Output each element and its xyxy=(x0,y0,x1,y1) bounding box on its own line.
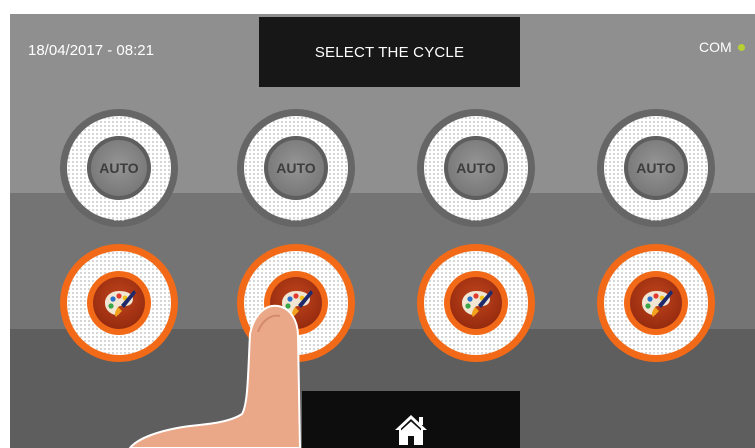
cycle-button-paint-4[interactable] xyxy=(597,244,715,362)
cycle-label: --- xyxy=(113,347,125,359)
page-title: SELECT THE CYCLE xyxy=(314,43,465,61)
cycle-label: --- xyxy=(290,214,302,226)
cycle-label: --- xyxy=(650,347,662,359)
cycle-button-auto-3[interactable]: AUTO xyxy=(417,109,535,227)
title-bar: SELECT THE CYCLE xyxy=(259,17,520,87)
auto-icon: AUTO xyxy=(624,136,688,200)
cycle-button-paint-3[interactable] xyxy=(417,244,535,362)
cycle-button-auto-2[interactable]: AUTO xyxy=(237,109,355,227)
com-status-indicator xyxy=(737,43,745,51)
home-icon xyxy=(395,415,427,445)
datetime: 18/04/2017 - 08:21 xyxy=(28,42,154,59)
com-status: COM xyxy=(699,39,745,55)
cycle-button-paint-1[interactable] xyxy=(60,244,178,362)
auto-icon: AUTO xyxy=(87,136,151,200)
cycle-button-auto-4[interactable]: AUTO xyxy=(597,109,715,227)
auto-icon: AUTO xyxy=(264,136,328,200)
cycle-button-auto-1[interactable]: AUTO xyxy=(60,109,178,227)
palette-brush-icon xyxy=(450,277,502,329)
cycle-label: --- xyxy=(290,347,302,359)
cycle-label: --- xyxy=(470,347,482,359)
auto-icon: AUTO xyxy=(444,136,508,200)
home-button[interactable] xyxy=(302,391,520,448)
cycle-label: --- xyxy=(470,214,482,226)
cycle-label: --- xyxy=(113,214,125,226)
control-panel: 18/04/2017 - 08:21 SELECT THE CYCLE COM … xyxy=(10,14,755,448)
cycle-label: --- xyxy=(650,214,662,226)
com-label: COM xyxy=(699,39,732,55)
palette-brush-icon xyxy=(270,277,322,329)
palette-brush-icon xyxy=(93,277,145,329)
palette-brush-icon xyxy=(630,277,682,329)
cycle-button-paint-2[interactable] xyxy=(237,244,355,362)
